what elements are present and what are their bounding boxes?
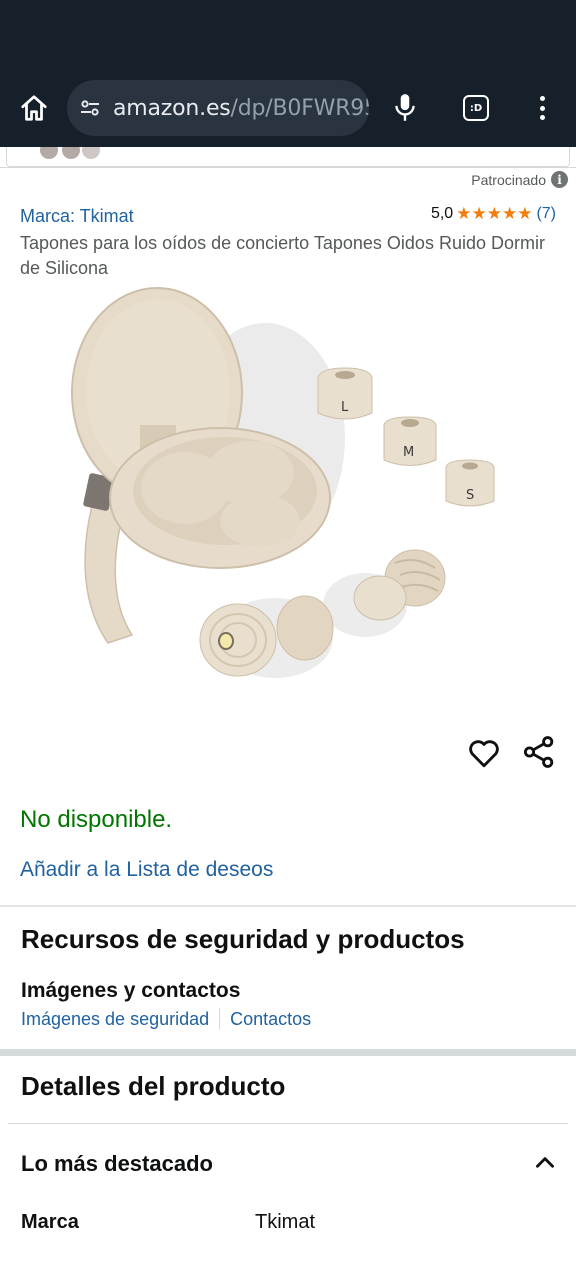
rating-summary[interactable]: 5,0 ★ ★ ★ ★ ★ (7) (431, 205, 556, 223)
star-icon: ★ (517, 203, 533, 224)
share-icon[interactable] (520, 733, 558, 771)
availability-status: No disponible. (20, 806, 173, 833)
previous-ad-thumbnail (36, 147, 106, 161)
spec-row-brand: Marca Tkimat (21, 1211, 561, 1234)
previous-ad-strip (0, 147, 576, 168)
address-bar[interactable]: amazon.es/dp/B0FWR95 (67, 80, 369, 136)
url-domain: amazon.es (113, 95, 231, 121)
spec-label: Marca (21, 1211, 79, 1233)
highlights-section-toggle[interactable]: Lo más destacado (21, 1151, 213, 1177)
browser-toolbar: amazon.es/dp/B0FWR95 :D (0, 0, 576, 147)
product-title[interactable]: Tapones para los oídos de concierto Tapo… (20, 231, 550, 281)
spec-value: Tkimat (255, 1211, 315, 1233)
product-image[interactable]: L M S (60, 283, 520, 703)
link-separator (219, 1008, 221, 1030)
safety-links: Imágenes de seguridad Contactos (21, 1008, 311, 1030)
sponsored-text: Patrocinado (471, 171, 546, 188)
home-icon[interactable] (14, 89, 54, 127)
heart-icon[interactable] (466, 735, 502, 771)
more-vert-icon[interactable] (528, 92, 556, 124)
details-divider (8, 1123, 568, 1124)
rating-count-link[interactable]: (7) (536, 205, 556, 223)
star-icon: ★ (471, 203, 487, 224)
contacts-link[interactable]: Contactos (230, 1009, 311, 1030)
mic-icon[interactable] (388, 89, 422, 127)
add-to-wishlist-link[interactable]: Añadir a la Lista de deseos (20, 858, 273, 882)
section-divider (0, 905, 576, 907)
tabs-label: :D (463, 95, 489, 121)
star-icon: ★ (501, 203, 518, 224)
size-label-l: L (341, 400, 349, 415)
url-path: /dp/B0FWR95 (230, 95, 369, 121)
size-label-s: S (466, 488, 474, 503)
sponsored-label[interactable]: Patrocinado i (471, 171, 568, 188)
star-rating: ★ ★ ★ ★ ★ (456, 203, 533, 224)
section-divider-thick (0, 1049, 576, 1056)
safety-images-link[interactable]: Imágenes de seguridad (21, 1009, 209, 1030)
safety-resources-heading: Recursos de seguridad y productos (21, 924, 465, 954)
rating-value: 5,0 (430, 205, 454, 222)
star-icon: ★ (486, 203, 502, 224)
size-label-m: M (403, 445, 414, 460)
tabs-icon[interactable]: :D (460, 92, 492, 124)
product-details-heading: Detalles del producto (21, 1071, 286, 1101)
url-text: amazon.es/dp/B0FWR95 (113, 96, 369, 121)
tune-icon[interactable] (77, 95, 103, 121)
star-icon: ★ (456, 203, 472, 224)
images-contacts-heading: Imágenes y contactos (21, 979, 241, 1002)
info-icon[interactable]: i (551, 171, 568, 188)
brand-link[interactable]: Marca: Tkimat (20, 206, 134, 227)
chevron-up-icon[interactable] (532, 1150, 558, 1176)
